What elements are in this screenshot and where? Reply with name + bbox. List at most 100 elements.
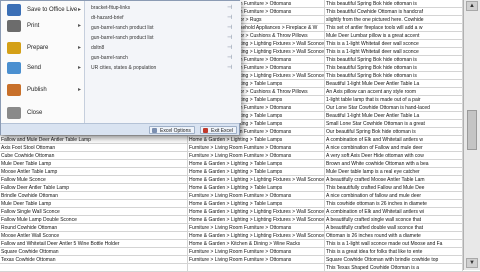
recent-file-item[interactable]: UR cities, states & population ⊣ xyxy=(91,63,235,73)
table-cell[interactable]: Moose Antler Wall Sconce xyxy=(0,232,188,240)
recent-file-name: dsltn8 xyxy=(91,45,105,51)
table-cell[interactable]: A combination of Elk and Whitetail antle… xyxy=(325,208,463,216)
table-cell[interactable]: Beautiful 1-light Mule Deer Antler Table… xyxy=(325,112,463,120)
menu-command-close[interactable]: Close xyxy=(1,104,85,122)
table-cell[interactable]: Fallow and Whitetail Deer Antler 5 Wine … xyxy=(0,240,188,248)
table-cell[interactable]: This Texas Shaped Cowhide Ottoman is a xyxy=(325,264,463,272)
table-cell[interactable]: This beautiful Spring Bok hide ottoman i… xyxy=(325,64,463,72)
pin-icon[interactable]: ⊣ xyxy=(227,23,235,33)
table-cell[interactable]: Round Cowhide Ottoman xyxy=(0,224,188,232)
table-cell[interactable]: A nice combination of Fallow and mule de… xyxy=(325,144,463,152)
table-cell[interactable]: A very soft Axis Deer Hide ottoman with … xyxy=(325,152,463,160)
scroll-up-button[interactable]: ▲ xyxy=(466,1,478,11)
table-cell[interactable]: Brindle Cowhide Ottoman xyxy=(0,192,188,200)
table-cell[interactable]: An Axis pillow can accent any style room xyxy=(325,88,463,96)
table-cell[interactable]: Home & Garden > Lighting > Table Lamps xyxy=(188,184,325,192)
recent-file-item[interactable]: gun-barrel-ranch product list ⊣ xyxy=(91,23,235,33)
pin-icon[interactable]: ⊣ xyxy=(227,33,235,43)
table-cell[interactable]: Texas Cowhide Ottoman xyxy=(0,256,188,264)
table-cell[interactable]: This is a great idea for folks that like… xyxy=(325,248,463,256)
table-cell[interactable]: Home & Garden > Lighting > Lighting Fixt… xyxy=(188,176,325,184)
table-cell[interactable]: This beautiful Spring Bok hide ottoman i… xyxy=(325,72,463,80)
table-cell[interactable]: This cowhide ottoman is 26 inches in dia… xyxy=(325,200,463,208)
table-cell[interactable]: Axis Foot Stool Ottoman xyxy=(0,144,188,152)
table-cell[interactable]: Home & Garden > Lighting > Table Lamps xyxy=(188,168,325,176)
table-cell[interactable]: Home & Garden > Lighting > Table Lamps xyxy=(188,200,325,208)
table-cell[interactable]: Furniture > Living Room Furniture > Otto… xyxy=(188,224,325,232)
close-icon xyxy=(7,107,21,119)
table-cell[interactable]: Furniture > Living Room Furniture > Otto… xyxy=(188,144,325,152)
table-cell[interactable] xyxy=(0,264,188,272)
table-cell[interactable]: Beautiful 1-light Mule Deer Antler Table… xyxy=(325,80,463,88)
table-cell[interactable]: This beautifully crafted Fallow and Mule… xyxy=(325,184,463,192)
table-cell[interactable]: Fallow Single Wall Sconce xyxy=(0,208,188,216)
table-cell[interactable]: Ottoman is 26 inches round with a diamet… xyxy=(325,232,463,240)
table-row: Moose Antler Table Lamp Home & Garden > L… xyxy=(0,168,480,176)
table-cell[interactable]: Furniture > Living Room Furniture > Otto… xyxy=(188,256,325,264)
table-row: Fallow Single Wall Sconce Home & Garden >… xyxy=(0,208,480,216)
table-cell[interactable]: Fallow Mule Sconce xyxy=(0,176,188,184)
recent-file-item[interactable]: dsltn8 ⊣ xyxy=(91,43,235,53)
table-cell[interactable]: Mule Deer Lumbar pillow is a great accen… xyxy=(325,32,463,40)
table-cell[interactable]: This is a 1-light wall sconce made out M… xyxy=(325,240,463,248)
menu-command-label: Publish xyxy=(27,87,47,93)
table-cell[interactable]: Square Cowhide Ottoman xyxy=(0,248,188,256)
pin-icon[interactable]: ⊣ xyxy=(227,63,235,73)
table-cell[interactable]: Our Lone Star Cowhide Ottoman is hand-la… xyxy=(325,104,463,112)
table-cell[interactable]: A beautifully crafted Moose Antler Table… xyxy=(325,176,463,184)
table-cell[interactable]: This beautiful Spring Bok hide ottoman i… xyxy=(325,56,463,64)
pin-icon[interactable]: ⊣ xyxy=(227,3,235,13)
table-cell[interactable]: 1-light table lamp that is made out of a… xyxy=(325,96,463,104)
recent-file-item[interactable]: dt-hazard-brief ⊣ xyxy=(91,13,235,23)
table-cell[interactable]: Moose Antler Table Lamp xyxy=(0,168,188,176)
table-cell[interactable]: Furniture > Living Room Furniture > Otto… xyxy=(188,152,325,160)
table-cell[interactable]: Furniture > Living Room Furniture > Otto… xyxy=(188,248,325,256)
menu-command-print[interactable]: Print ▸ xyxy=(1,17,85,35)
table-cell[interactable]: A beautifully crafted single wall sconce… xyxy=(325,216,463,224)
table-cell[interactable]: Square Cowhide Ottoman with brindle cowh… xyxy=(325,256,463,264)
table-cell[interactable]: Small Lone Star Cowhide Ottoman is a gre… xyxy=(325,120,463,128)
table-cell[interactable]: Fallow and Mule Deer Antler Table Lamp xyxy=(0,136,188,144)
table-cell[interactable]: Home & Garden > Lighting > Lighting Fixt… xyxy=(188,216,325,224)
table-cell[interactable]: Furniture > Living Room Furniture > Otto… xyxy=(188,192,325,200)
pin-icon[interactable]: ⊣ xyxy=(227,53,235,63)
table-cell[interactable]: Brown and White cowhide Ottoman with a b… xyxy=(325,160,463,168)
table-cell[interactable]: Fallow Deer Antler Table Lamp xyxy=(0,184,188,192)
recent-file-item[interactable]: gun-barrel-ranch ⊣ xyxy=(91,53,235,63)
table-cell[interactable]: This is a 1-light Whitetail deer wall sc… xyxy=(325,40,463,48)
table-cell[interactable]: This is a 1-light Whitetail deer wall sc… xyxy=(325,48,463,56)
table-cell[interactable] xyxy=(188,264,325,272)
vertical-scrollbar[interactable]: ▲ ▼ xyxy=(463,0,480,270)
table-row: Fallow Mule Lamp Double Sconce Home & Gar… xyxy=(0,216,480,224)
menu-command-prepare[interactable]: Prepare ▸ xyxy=(1,39,85,57)
table-cell[interactable]: Our beautiful Spring Bok hide ottoman is xyxy=(325,128,463,136)
recent-file-item[interactable]: gun-barrel-ranch product list ⊣ xyxy=(91,33,235,43)
table-cell[interactable]: Home & Garden > Lighting > Table Lamps xyxy=(188,136,325,144)
menu-command-publish[interactable]: Publish ▸ xyxy=(1,81,85,99)
table-cell[interactable]: Cube Cowhide Ottoman xyxy=(0,152,188,160)
table-cell[interactable]: Home & Garden > Lighting > Lighting Fixt… xyxy=(188,232,325,240)
table-cell[interactable]: Mule Deer table lamp is a real eye catch… xyxy=(325,168,463,176)
table-cell[interactable]: Home & Garden > Kitchen & Dining > Wine … xyxy=(188,240,325,248)
table-row: Axis Foot Stool Ottoman Furniture > Livin… xyxy=(0,144,480,152)
table-cell[interactable]: Home & Garden > Lighting > Lighting Fixt… xyxy=(188,208,325,216)
table-cell[interactable]: Mule Deer Table Lamp xyxy=(0,160,188,168)
table-cell[interactable]: A nice combination of fallow and mule de… xyxy=(325,192,463,200)
table-cell[interactable]: This beautiful Cowhide Ottoman is handcr… xyxy=(325,8,463,16)
table-cell[interactable]: This beautiful Spring Bok hide ottoman i… xyxy=(325,0,463,8)
scroll-thumb[interactable] xyxy=(467,110,477,150)
table-cell[interactable]: A beautifully crafted double wall sconce… xyxy=(325,224,463,232)
table-cell[interactable]: slightly from the one pictured here. Cow… xyxy=(325,16,463,24)
pin-icon[interactable]: ⊣ xyxy=(227,43,235,53)
recent-file-item[interactable]: bracket-fitup-links ⊣ xyxy=(91,3,235,13)
menu-command-send[interactable]: Send ▸ xyxy=(1,59,85,77)
table-cell[interactable]: This set of antler fireplace tools will … xyxy=(325,24,463,32)
table-cell[interactable]: Mule Deer Table Lamp xyxy=(0,200,188,208)
excel-options-button[interactable]: Excel Options xyxy=(149,126,195,134)
exit-excel-button[interactable]: Exit Excel xyxy=(200,126,237,134)
table-cell[interactable]: Fallow Mule Lamp Double Sconce xyxy=(0,216,188,224)
pin-icon[interactable]: ⊣ xyxy=(227,13,235,23)
table-cell[interactable]: Home & Garden > Lighting > Table Lamps xyxy=(188,160,325,168)
table-cell[interactable]: A combination of Elk and Whitetail antle… xyxy=(325,136,463,144)
scroll-down-button[interactable]: ▼ xyxy=(466,258,478,268)
